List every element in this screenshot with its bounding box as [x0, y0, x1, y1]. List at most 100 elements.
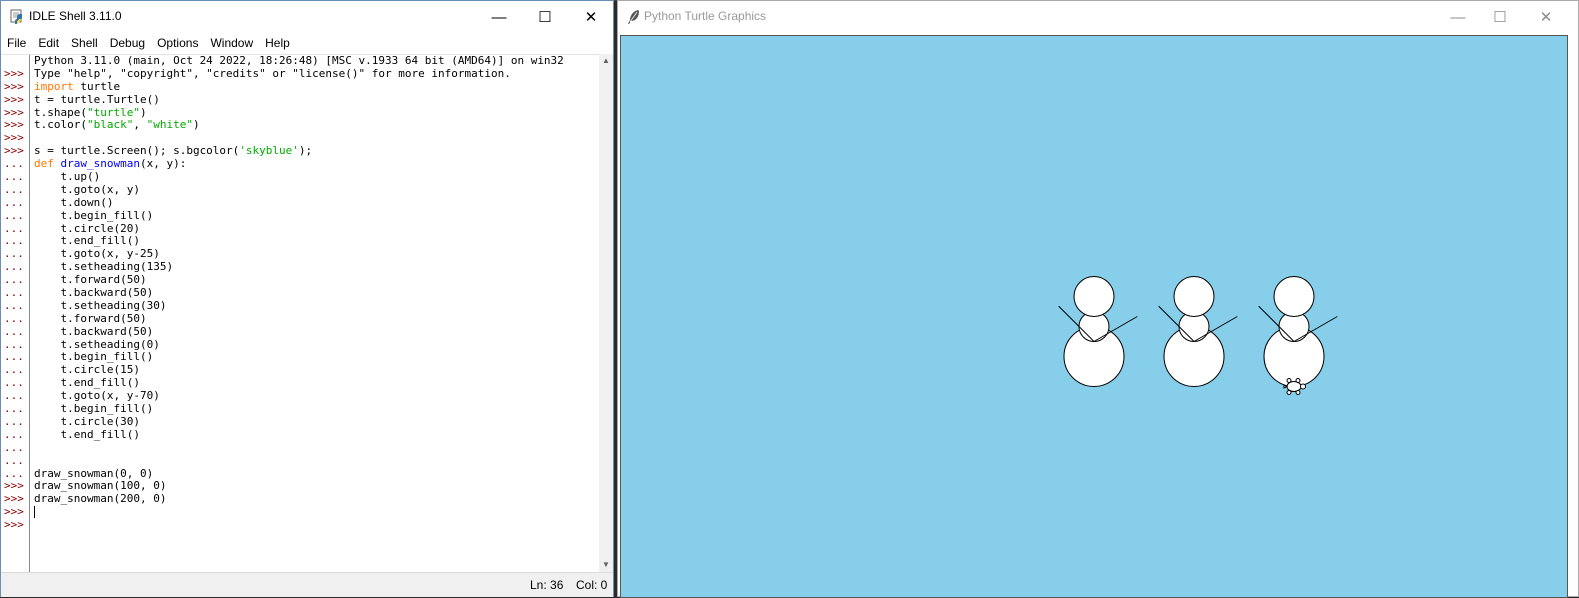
menu-window[interactable]: Window: [204, 34, 259, 54]
turtle-window-title: Python Turtle Graphics: [644, 9, 767, 23]
code-token: ,: [133, 118, 147, 132]
menu-file[interactable]: File: [1, 34, 32, 54]
code-token: t.begin_fill(): [34, 402, 154, 416]
code-token: draw_snowman: [60, 157, 140, 171]
shell-line: [34, 506, 599, 519]
code-token: "white": [146, 118, 193, 132]
turtle-title-bar[interactable]: Python Turtle Graphics — ☐ ✕: [618, 1, 1578, 34]
code-token: t.goto(x, y-70): [34, 389, 160, 403]
idle-shell-window: IDLE Shell 3.11.0 — ☐ ✕ File Edit Shell Deb…: [0, 0, 614, 597]
menu-edit[interactable]: Edit: [32, 34, 65, 54]
shell-line: draw_snowman(200, 0): [34, 492, 599, 506]
code-token: t.begin_fill(): [34, 208, 154, 222]
turtle-close-button[interactable]: ✕: [1523, 1, 1569, 33]
code-token: (x, y):: [139, 157, 187, 171]
code-token: t.setheading(30): [34, 298, 167, 312]
column-number: Col: 0: [576, 578, 608, 592]
maximize-icon: ☐: [538, 9, 552, 26]
close-button[interactable]: ✕: [568, 1, 614, 33]
code-token: t = turtle.Turtle(): [34, 92, 160, 106]
prompt-marker: ...: [4, 311, 24, 325]
snowman-head: [1073, 276, 1115, 317]
maximize-icon: ☐: [1493, 9, 1507, 26]
code-token: t.backward(50): [34, 324, 154, 338]
code-token: t.circle(20): [34, 221, 140, 235]
minimize-button[interactable]: —: [476, 1, 522, 33]
maximize-button[interactable]: ☐: [522, 1, 568, 33]
prompt-marker: ...: [4, 195, 24, 209]
status-bar: Ln: 36 Col: 0: [1, 572, 613, 597]
prompt-marker: ...: [4, 402, 24, 416]
code-token: "black": [86, 118, 134, 132]
menu-help[interactable]: Help: [259, 34, 296, 54]
idle-window-title: IDLE Shell 3.11.0: [29, 9, 122, 23]
prompt-marker: ...: [4, 298, 24, 312]
code-token: t.forward(50): [34, 273, 147, 287]
code-token: Python 3.11.0 (main, Oct 24 2022, 18:26:…: [34, 54, 564, 67]
code-token: t.circle(30): [34, 414, 140, 428]
code-token: t.circle(15): [34, 363, 140, 377]
turtle-maximize-button[interactable]: ☐: [1477, 1, 1523, 33]
menu-options[interactable]: Options: [151, 34, 204, 54]
turtle-minimize-button[interactable]: —: [1435, 1, 1481, 33]
prompt-marker: ...: [4, 440, 24, 454]
menu-shell[interactable]: Shell: [65, 34, 104, 54]
code-token: );: [298, 144, 313, 158]
code-token: 'skyblue': [239, 144, 299, 158]
code-token: def: [34, 157, 54, 171]
python-icon: [10, 9, 22, 24]
shell-editor[interactable]: >>> >>> >>> >>> >>> >>> >>>...................…: [1, 54, 599, 573]
code-token: t.goto(x, y-25): [34, 247, 160, 261]
code-token: t.color(: [34, 118, 87, 132]
code-token: draw_snowman(200, 0): [34, 492, 167, 506]
shell-line: t.goto(x, y): [34, 182, 599, 197]
text-cursor: [34, 506, 35, 519]
code-token: t.up(): [34, 170, 101, 184]
code-token: t.down(): [34, 195, 114, 209]
code-token: t.setheading(135): [34, 260, 174, 274]
code-token: draw_snowman(0, 0): [34, 466, 154, 480]
shell-line: t.end_fill(): [34, 428, 599, 442]
prompt-marker: ...: [4, 170, 24, 184]
snowman-head: [1273, 276, 1315, 317]
shell-text[interactable]: Python 3.11.0 (main, Oct 24 2022, 18:26:…: [34, 54, 599, 573]
prompt-marker: ...: [4, 208, 24, 222]
menu-debug[interactable]: Debug: [104, 34, 151, 54]
prompt-marker: >>>: [4, 92, 24, 106]
code-token: ): [139, 105, 147, 119]
turtle-graphics-window: Python Turtle Graphics — ☐ ✕: [617, 0, 1579, 598]
code-token: turtle: [73, 79, 121, 93]
code-token: t.backward(50): [34, 286, 154, 300]
code-token: t.begin_fill(): [34, 350, 154, 364]
idle-title-bar[interactable]: IDLE Shell 3.11.0 — ☐ ✕: [1, 1, 613, 34]
code-token: t.goto(x, y): [34, 182, 140, 196]
code-token: t.end_fill(): [34, 234, 140, 248]
code-token: s = turtle.Screen(); s.bgcolor(: [34, 144, 240, 158]
feather-icon: [628, 10, 639, 24]
prompt-marker: ...: [4, 324, 24, 338]
prompt-marker: ...: [4, 286, 24, 300]
vertical-scrollbar[interactable]: ▲ ▼: [599, 54, 613, 572]
prompt-marker: ...: [4, 182, 24, 196]
scroll-down-icon[interactable]: ▼: [599, 558, 613, 572]
prompt-marker: ...: [4, 453, 24, 467]
shell-line: def draw_snowman(x, y):: [34, 157, 599, 171]
snowman-head: [1173, 276, 1215, 317]
shell-line: t.color("black", "white"): [34, 119, 599, 132]
menu-bar: File Edit Shell Debug Options Window Help: [1, 34, 613, 54]
scroll-up-icon[interactable]: ▲: [599, 54, 613, 68]
turtle-canvas[interactable]: [620, 35, 1568, 598]
code-token: import: [34, 79, 74, 93]
minimize-icon: —: [1450, 8, 1466, 26]
prompt-marker: >>>: [4, 79, 24, 93]
line-number: Ln: 36: [530, 578, 564, 592]
close-icon: ✕: [1539, 9, 1553, 26]
code-token: ): [192, 118, 200, 132]
code-token: Type "help", "copyright", "credits" or "…: [34, 66, 511, 80]
minimize-icon: —: [491, 8, 507, 26]
prompt-marker: >>>: [4, 518, 24, 532]
prompt-marker: ...: [4, 427, 24, 441]
prompt-gutter: >>> >>> >>> >>> >>> >>> >>>...................…: [1, 55, 30, 573]
